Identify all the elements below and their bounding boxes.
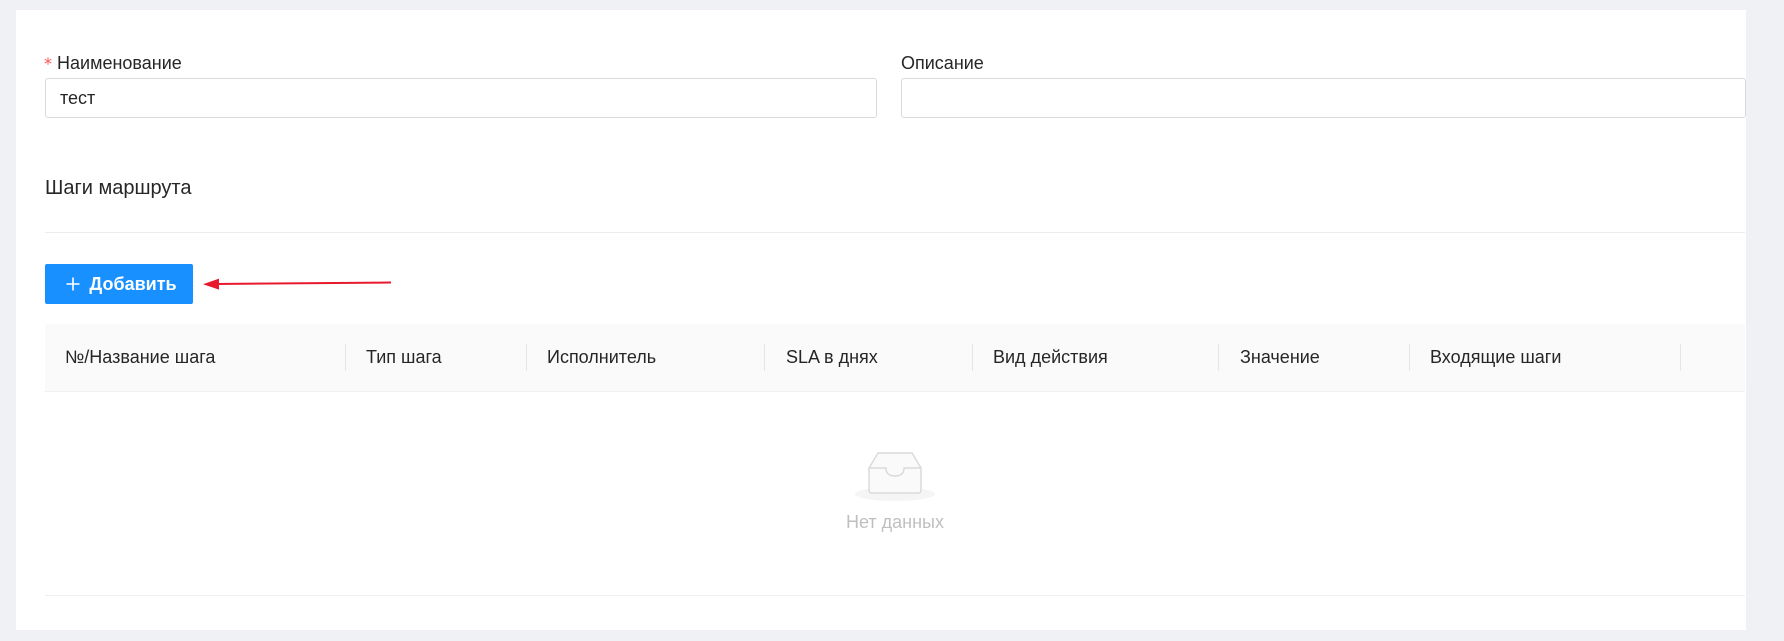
route-form-card: * Наименование Описание Шаги маршрута Доб… (16, 10, 1746, 630)
name-field-label: * Наименование (44, 52, 182, 75)
column-header-value[interactable]: Значение (1240, 324, 1320, 391)
column-header-sla-days[interactable]: SLA в днях (786, 324, 878, 391)
column-separator (1409, 344, 1410, 371)
column-header-action-type[interactable]: Вид действия (993, 324, 1108, 391)
name-label-text: Наименование (57, 53, 182, 73)
name-input[interactable] (45, 78, 877, 118)
column-header-executor[interactable]: Исполнитель (547, 324, 656, 391)
description-input[interactable] (901, 78, 1746, 118)
route-steps-title: Шаги маршрута (45, 177, 192, 199)
column-header-step-name[interactable]: №/Название шага (65, 324, 215, 391)
add-step-button[interactable]: Добавить (45, 264, 193, 304)
column-separator (764, 344, 765, 371)
plus-icon (65, 276, 81, 292)
column-separator (526, 344, 527, 371)
column-separator (972, 344, 973, 371)
description-field-label: Описание (901, 52, 984, 74)
steps-table-header: №/Название шага Тип шага Исполнитель SLA… (45, 324, 1745, 392)
column-separator (1218, 344, 1219, 371)
column-header-incoming-steps[interactable]: Входящие шаги (1430, 324, 1561, 391)
description-label-text: Описание (901, 53, 984, 73)
section-divider (45, 232, 1745, 233)
add-step-button-label: Добавить (89, 273, 177, 294)
column-separator (1680, 344, 1681, 371)
empty-inbox-icon (855, 452, 935, 501)
empty-state-text: Нет данных (846, 512, 944, 532)
column-separator (345, 344, 346, 371)
column-header-step-type[interactable]: Тип шага (366, 324, 442, 391)
arrow-left-icon (203, 278, 392, 290)
empty-state: Нет данных (45, 392, 1745, 596)
required-mark: * (44, 54, 52, 73)
